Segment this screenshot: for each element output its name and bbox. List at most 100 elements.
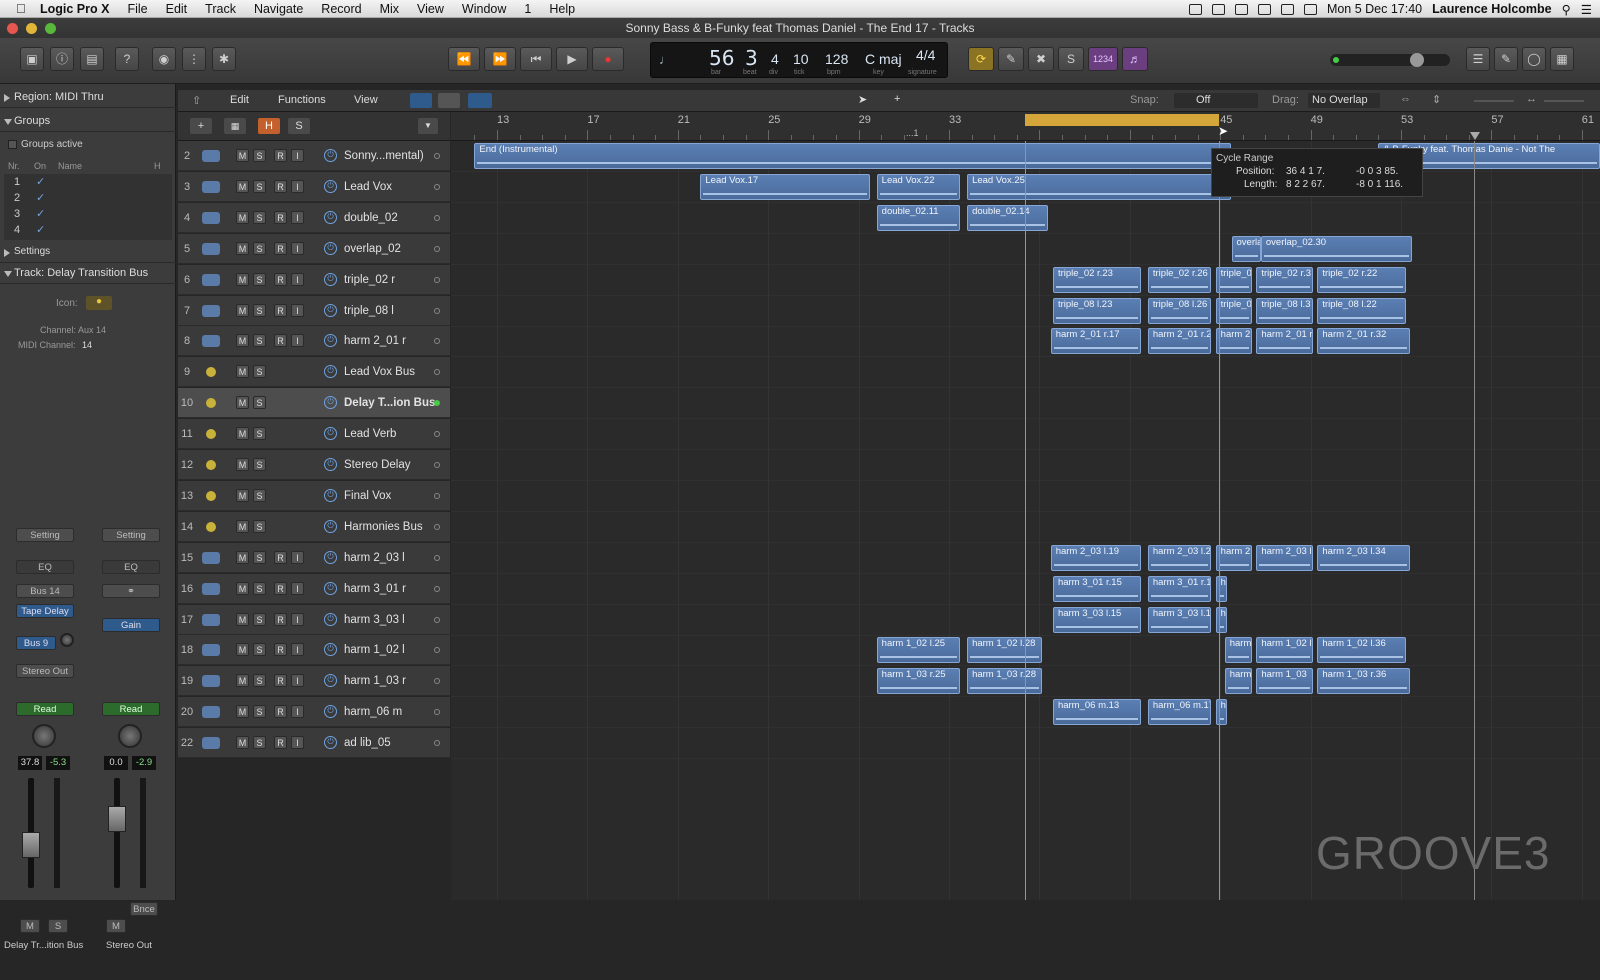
rewind-button[interactable]: ⏪ [448,47,480,71]
audio-region[interactable]: triple_08 l.3 [1256,297,1313,324]
power-icon[interactable]: ⏻ [324,210,337,224]
aux-track-icon[interactable] [206,460,216,470]
track-mute-button[interactable]: M [236,303,249,317]
track-mute-button[interactable]: M [236,488,249,502]
spotlight-search-icon[interactable]: ⚲ [1562,2,1571,17]
menu-mix[interactable]: Mix [380,2,399,16]
loop-browser-button[interactable]: ◯ [1522,47,1546,71]
power-icon[interactable]: ⏻ [324,519,337,533]
track-record-button[interactable]: R [274,736,287,750]
audio-track-icon[interactable] [202,551,220,564]
track-name[interactable]: Final Vox [344,481,391,511]
groups-header[interactable]: Groups [0,110,176,132]
audio-track-icon[interactable] [202,211,220,224]
mute-button[interactable]: M [106,919,126,933]
track-mute-button[interactable]: M [236,334,249,348]
track-mute-button[interactable]: M [236,550,249,564]
track-inspector-header[interactable]: Track: Delay Transition Bus [0,262,176,284]
waveform-zoom-icon[interactable]: ⇔ [1400,93,1411,105]
audio-region[interactable]: End (Instrumental) [474,143,1232,169]
track-mute-button[interactable]: M [236,458,249,471]
power-icon[interactable]: ⏻ [324,272,337,286]
track-solo-button[interactable]: S [253,705,266,719]
track-row[interactable]: 22 M S R I ⏻ ad lib_05 [178,728,450,759]
add-track-button[interactable]: + [190,118,212,134]
playhead-marker-icon[interactable] [1470,132,1480,140]
menu-user[interactable]: Laurence Holcombe [1432,2,1551,16]
pencil-tool-icon[interactable]: + [894,93,900,105]
power-icon[interactable]: ⏻ [324,179,337,193]
track-record-button[interactable]: R [274,612,287,626]
audio-region[interactable]: harm 1_02 l.28 [967,637,1042,664]
track-input-monitor-button[interactable]: I [291,303,304,317]
audio-region[interactable]: Lead Vox.25 [967,173,1232,200]
audio-region[interactable]: harm 3_03 l.19 [1147,606,1212,633]
volume-knob[interactable] [1410,53,1424,67]
audio-region[interactable]: harm 1_03 r.36 [1317,668,1411,695]
track-row[interactable]: 8 M S R I ⏻ harm 2_01 r [178,326,450,357]
track-name[interactable]: Sonny...mental) [344,141,424,171]
bluetooth-icon[interactable] [1257,3,1271,15]
track-solo-button[interactable]: S [253,488,266,502]
track-record-button[interactable]: R [274,210,287,224]
audio-region[interactable]: harm 1_02 l [1256,637,1313,664]
automation-button[interactable] [410,93,432,108]
track-mute-button[interactable]: M [236,581,249,595]
cycle-button[interactable]: ⟳ [968,47,994,71]
track-input-monitor-button[interactable]: I [291,149,304,162]
track-row[interactable]: 14 M S ⏻ Harmonies Bus [178,511,450,542]
track-row[interactable]: 20 M S R I ⏻ harm_06 m [178,697,450,728]
track-record-button[interactable]: R [274,303,287,317]
record-button[interactable]: ● [592,47,624,71]
metronome-button[interactable]: ♬ [1122,47,1148,71]
insert-tape-delay[interactable]: Tape Delay [16,604,74,618]
audio-region[interactable]: triple_08 l.26 [1147,297,1212,324]
track-name[interactable]: Delay T...ion Bus [344,388,435,418]
edit-menu[interactable]: Edit [230,94,249,106]
insert-gain[interactable]: Gain [102,618,160,632]
eq-display[interactable]: EQ [16,560,74,574]
track-record-button[interactable]: R [274,581,287,595]
browsers-button[interactable]: ▦ [1550,47,1574,71]
track-solo-button[interactable]: S [253,427,266,441]
power-icon[interactable]: ⏻ [324,334,337,348]
track-record-button[interactable]: R [274,179,287,193]
track-row[interactable]: 12 M S ⏻ Stereo Delay [178,450,450,480]
track-mute-button[interactable]: M [236,736,249,750]
track-input-monitor-button[interactable]: I [291,550,304,564]
track-row[interactable]: 16 M S R I ⏻ harm 3_01 r [178,573,450,604]
setting-button[interactable]: Setting [102,528,160,542]
track-solo-button[interactable]: S [253,272,266,286]
audio-region[interactable]: Lead Vox.22 [876,173,961,200]
audio-track-icon[interactable] [202,706,220,719]
track-solo-button[interactable]: S [253,149,266,162]
track-solo-button[interactable]: S [253,581,266,595]
checkmark-icon[interactable]: ✓ [36,191,45,204]
volume-value[interactable]: -2.9 [132,756,156,770]
inspector-button[interactable]: ⓘ [50,47,74,71]
track-solo-button[interactable]: S [253,736,266,750]
track-mute-button[interactable]: M [236,612,249,626]
count-in-button[interactable]: 1234 [1088,47,1118,71]
track-mute-button[interactable]: M [236,210,249,224]
track-name[interactable]: Stereo Delay [344,450,410,480]
wifi-icon[interactable] [1280,3,1294,15]
track-name[interactable]: harm 3_03 l [344,605,405,635]
groups-active-checkbox[interactable]: Groups active [8,139,83,150]
lcd-display[interactable]: ♩ 56 3 4 10 128 C maj 4/4 bar beat div t… [650,42,948,78]
automation-mode-button[interactable]: Read [16,702,74,716]
audio-track-icon[interactable] [202,180,220,193]
track-record-button[interactable]: R [274,241,287,255]
audio-region[interactable]: harm 2_03 l [1256,544,1313,571]
library-button[interactable]: ▣ [20,47,44,71]
audio-region[interactable]: harm 1_03 r.25 [876,668,961,695]
audio-region[interactable]: harm 2 [1215,328,1252,355]
track-solo-button[interactable]: S [253,396,266,410]
audio-region[interactable]: ha [1215,699,1227,726]
track-solo-button[interactable]: S [253,458,266,471]
audio-region[interactable]: harm 2_03 l.19 [1050,544,1142,571]
menu-1[interactable]: 1 [524,2,531,16]
track-input-monitor-button[interactable]: I [291,179,304,193]
minimize-window-button[interactable] [26,23,37,34]
track-mute-button[interactable]: M [236,179,249,193]
